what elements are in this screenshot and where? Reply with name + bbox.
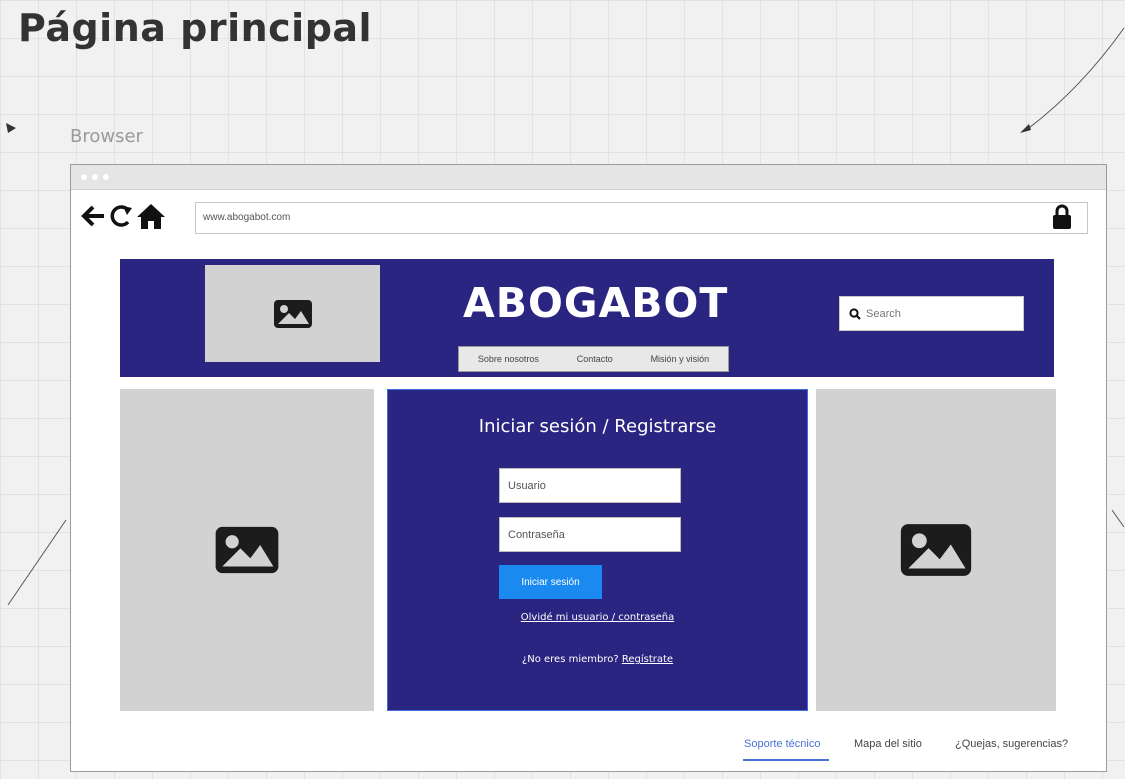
logo-image-placeholder bbox=[205, 265, 380, 362]
brand-name: ABOGABOT bbox=[463, 279, 729, 327]
register-prompt: ¿No eres miembro? Regístrate bbox=[388, 654, 807, 665]
active-link-underline bbox=[743, 759, 829, 761]
login-title: Iniciar sesión / Registrarse bbox=[478, 416, 717, 437]
right-image-placeholder bbox=[816, 389, 1056, 711]
register-prompt-text: ¿No eres miembro? bbox=[521, 654, 619, 665]
browser-window: www.abogabot.com ABOGABOT Sobre nosotros… bbox=[70, 164, 1107, 772]
nav-item-about[interactable]: Sobre nosotros bbox=[478, 354, 539, 364]
image-icon bbox=[900, 524, 972, 576]
window-dot[interactable] bbox=[103, 174, 109, 180]
nav-item-mission[interactable]: Misión y visión bbox=[651, 354, 710, 364]
left-image-placeholder bbox=[120, 389, 374, 711]
site-header: ABOGABOT Sobre nosotros Contacto Misión … bbox=[120, 259, 1054, 377]
window-dot[interactable] bbox=[81, 174, 87, 180]
lock-icon bbox=[1053, 204, 1071, 229]
register-link[interactable]: Regístrate bbox=[622, 654, 673, 665]
login-button[interactable]: Iniciar sesión bbox=[499, 565, 602, 599]
home-icon[interactable] bbox=[135, 201, 167, 231]
nav-item-contact[interactable]: Contacto bbox=[577, 354, 613, 364]
footer-link-support[interactable]: Soporte técnico bbox=[744, 738, 820, 750]
search-box[interactable]: Search bbox=[839, 296, 1024, 331]
search-icon bbox=[849, 307, 861, 320]
address-url: www.abogabot.com bbox=[203, 212, 291, 223]
address-bar[interactable]: www.abogabot.com bbox=[195, 202, 1088, 234]
top-navigation: Sobre nosotros Contacto Misión y visión bbox=[458, 346, 729, 372]
image-icon bbox=[215, 526, 279, 574]
browser-mockup-label: Browser bbox=[70, 126, 143, 147]
window-dot[interactable] bbox=[92, 174, 98, 180]
image-icon bbox=[273, 299, 312, 328]
page-title: Página principal bbox=[18, 6, 373, 50]
reload-icon[interactable] bbox=[109, 201, 133, 231]
forgot-credentials-link[interactable]: Olvidé mi usuario / contraseña bbox=[388, 612, 807, 623]
browser-titlebar bbox=[71, 165, 1106, 190]
password-input[interactable] bbox=[499, 517, 681, 552]
back-arrow-icon[interactable] bbox=[81, 201, 107, 231]
search-placeholder: Search bbox=[866, 307, 901, 320]
footer-link-sitemap[interactable]: Mapa del sitio bbox=[854, 738, 922, 750]
footer-link-feedback[interactable]: ¿Quejas, sugerencias? bbox=[955, 738, 1068, 750]
username-input[interactable] bbox=[499, 468, 681, 503]
login-panel: Iniciar sesión / Registrarse Iniciar ses… bbox=[387, 389, 808, 711]
